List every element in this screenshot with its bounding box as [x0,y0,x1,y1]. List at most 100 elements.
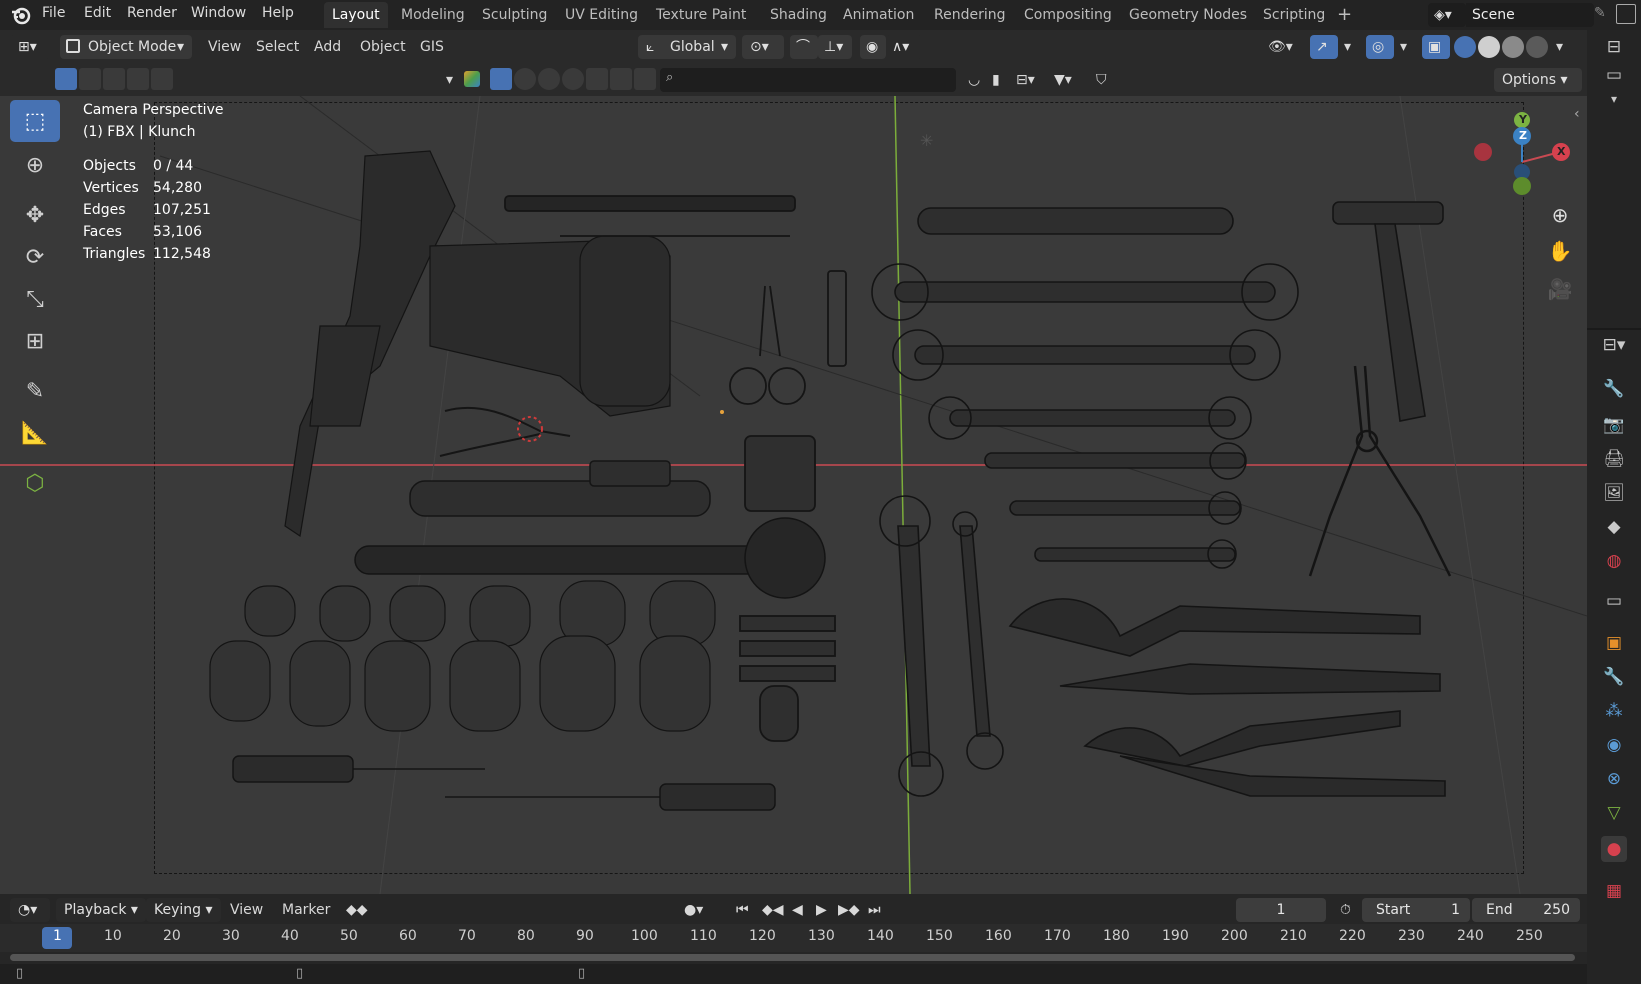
gizmo-toggle[interactable]: ↗ [1310,35,1338,59]
select-intersect-icon[interactable] [151,68,173,90]
end-frame-field[interactable]: End 250 [1472,898,1580,922]
select-box-tool-icon[interactable]: ⬚ [10,100,60,142]
menu-help[interactable]: Help [256,0,300,30]
outliner-arrow-icon[interactable]: ▾ [1601,86,1627,112]
add-cube-tool-icon[interactable]: ⬡ [10,462,60,504]
output-properties-icon[interactable]: 🖨 [1601,446,1627,472]
navigation-gizmo[interactable] [1460,102,1570,202]
add-workspace-icon[interactable]: + [1337,4,1352,25]
mode-dropdown[interactable]: Object Mode ▾ [60,35,192,59]
select-extend-icon[interactable] [79,68,101,90]
gizmo-dropdown[interactable]: ▾ [1338,35,1357,59]
overlay-toggle[interactable]: ◎ [1366,35,1394,59]
sidebar-toggle-icon[interactable]: ‹ [1574,106,1580,122]
material-filter-icon[interactable] [538,68,560,90]
stack-filter-icon[interactable] [634,68,656,90]
editor-type-button[interactable]: ⊞▾ [10,35,50,59]
tab-sculpting[interactable]: Sculpting [474,2,555,28]
texture-properties-icon[interactable]: ▦ [1601,878,1627,904]
move-tool-icon[interactable]: ✥ [10,194,60,236]
scale-tool-icon[interactable]: ⤡ [10,278,60,320]
tab-shading[interactable]: Shading [762,2,835,28]
visibility-dropdown[interactable]: 👁▾ [1262,35,1299,59]
tab-uv-editing[interactable]: UV Editing [557,2,646,28]
cursor-tool-icon[interactable]: ⊕ [10,144,60,186]
shading-solid-icon[interactable] [1478,36,1500,58]
tab-compositing[interactable]: Compositing [1016,2,1120,28]
transform-tool-icon[interactable]: ⊞ [10,320,60,362]
physics-icon[interactable]: ◉ [1601,732,1627,758]
stopwatch-icon[interactable]: ⏱ [1334,898,1357,922]
next-keyframe-icon[interactable]: ▶◆ [832,898,866,922]
falloff-dropdown[interactable]: ∧▾ [886,35,922,59]
view-layer-icon[interactable]: 🖼 [1601,480,1627,506]
shading-rendered-icon[interactable] [1526,36,1548,58]
pan-hand-icon[interactable]: ✋ [1543,234,1577,268]
menu-object[interactable]: Object [354,35,412,59]
tab-scripting[interactable]: Scripting [1255,2,1333,28]
menu-view[interactable]: View [202,35,247,59]
3d-viewport[interactable]: ✳ Camera Perspective (1) FBX | Klunch Ob… [0,96,1587,894]
jump-end-icon[interactable]: ⏭ [862,898,887,922]
play-reverse-icon[interactable]: ◀ [786,898,809,922]
layer-filter-icon[interactable] [610,68,632,90]
menu-edit[interactable]: Edit [78,0,117,30]
material-properties-icon[interactable]: ● [1601,836,1627,862]
zoom-icon[interactable]: ⊕ [1543,198,1577,232]
sort-dropdown-icon[interactable]: ⊟▾ [1010,68,1041,92]
render-properties-icon[interactable]: 📷 [1601,412,1627,438]
shield-icon[interactable]: ⛉ [1090,68,1113,92]
frame-ruler[interactable]: 1 10 20 30 40 50 60 70 80 90 100 110 120… [0,924,1587,952]
tab-texture-paint[interactable]: Texture Paint [648,2,754,28]
snap-toggle[interactable]: ⌒ [790,35,818,59]
data-properties-icon[interactable]: ▽ [1601,800,1627,826]
start-frame-field[interactable]: Start 1 [1362,898,1470,922]
transform-orientation-dropdown[interactable]: ⟀ Global ▾ [638,35,736,59]
timeline-marker-menu[interactable]: Marker [276,898,336,922]
prev-keyframe-icon[interactable]: ◆◀ [756,898,790,922]
shading-material-icon[interactable] [1502,36,1524,58]
pin-icon[interactable]: ✎ [1594,5,1606,21]
timeline-editor-type-button[interactable]: ◔▾ [10,898,50,922]
curve-icon[interactable]: ◡ [962,68,986,92]
outliner-filter-icon[interactable]: ⊟ [1601,34,1627,60]
play-icon[interactable]: ▶ [810,898,833,922]
select-new-icon[interactable] [55,68,77,90]
menu-add[interactable]: Add [308,35,347,59]
tab-rendering[interactable]: Rendering [926,2,1014,28]
timeline-scrollbar[interactable] [10,954,1575,961]
mesh-filter-icon[interactable] [490,68,512,90]
annotate-tool-icon[interactable]: ✎ [10,370,60,412]
record-icon[interactable]: ●▾ [678,898,709,922]
filter-dropdown-icon[interactable]: ▾ [440,68,459,92]
particles-icon[interactable]: ⁂ [1601,698,1627,724]
modifier-properties-icon[interactable]: 🔧 [1601,664,1627,690]
camera-view-icon[interactable]: 🎥 [1543,272,1577,306]
snap-target-dropdown[interactable]: ⊥▾ [818,35,852,59]
tool-properties-icon[interactable]: 🔧 [1601,376,1627,402]
blender-logo-icon[interactable] [10,4,32,26]
scene-properties-icon[interactable]: ◆ [1601,514,1627,540]
scene-name-field[interactable]: Scene [1466,3,1594,27]
select-invert-icon[interactable] [127,68,149,90]
color-filter-icon[interactable] [464,71,480,87]
tab-animation[interactable]: Animation [835,2,922,28]
search-input[interactable]: ⌕ [660,68,956,92]
measure-tool-icon[interactable]: 📐 [10,412,60,454]
menu-select[interactable]: Select [250,35,305,59]
proportional-edit-toggle[interactable]: ◉ [860,35,886,59]
collection-properties-icon[interactable]: ▭ [1601,588,1627,614]
overlay-dropdown[interactable]: ▾ [1394,35,1413,59]
current-frame-field[interactable]: 1 [1236,898,1326,922]
xray-toggle[interactable]: ▣ [1422,35,1450,59]
keyframe-nav-icon[interactable]: ◆◆ [340,898,374,922]
scene-browse-icon[interactable]: ◈▾ [1428,3,1466,27]
shading-dropdown[interactable]: ▾ [1550,35,1569,59]
sphere-filter-icon[interactable] [514,68,536,90]
playback-dropdown[interactable]: Playback ▾ [56,898,146,922]
world-properties-icon[interactable]: ◍ [1601,548,1627,574]
editor-type-icon[interactable]: ⊟▾ [1601,332,1627,358]
outliner-collapse-icon[interactable]: ▭ [1601,62,1627,88]
menu-file[interactable]: File [36,0,71,30]
select-subtract-icon[interactable] [103,68,125,90]
